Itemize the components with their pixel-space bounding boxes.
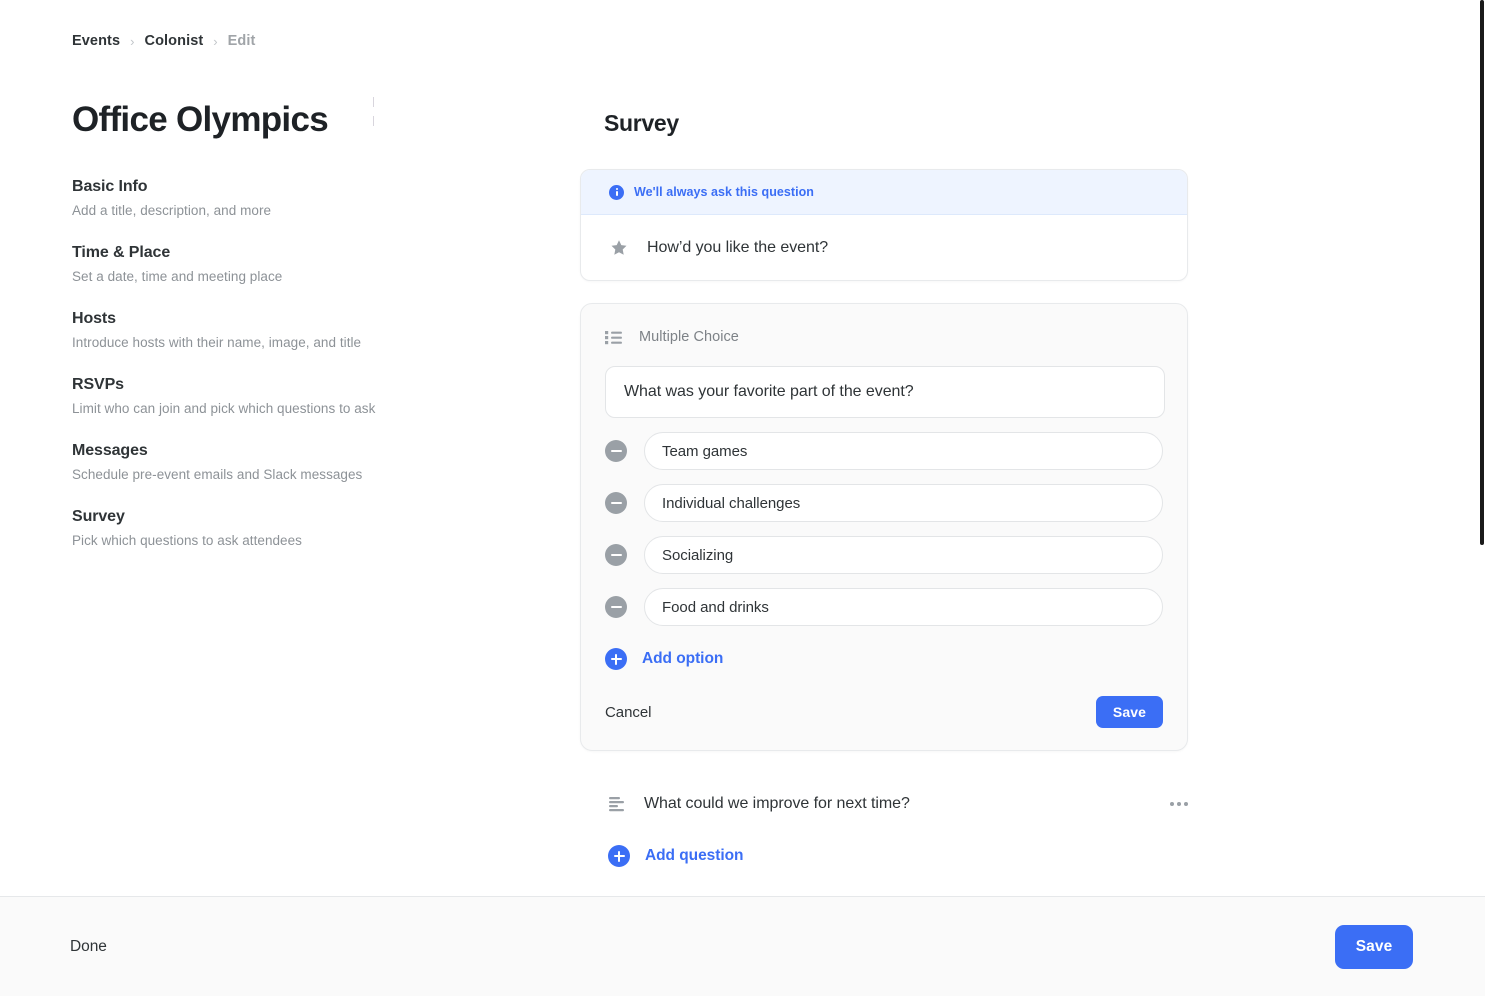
sidebar-item-label: Basic Info [72,178,148,196]
save-question-button[interactable]: Save [1095,696,1163,728]
page-title: Office Olympics [72,100,329,139]
sidebar-item-label: Hosts [72,310,116,328]
always-ask-banner: We'll always ask this question [581,170,1187,215]
cancel-button[interactable]: Cancel [605,704,651,721]
sidebar-item-description: Add a title, description, and more [72,203,272,219]
breadcrumb-item-events[interactable]: Events [72,33,120,49]
survey-question-row[interactable]: What could we improve for next time? [604,789,1204,819]
breadcrumb-separator: › [213,33,218,49]
done-button[interactable]: Done [70,938,107,956]
always-ask-question-text: How’d you like the event? [647,238,829,256]
sidebar-item-time-and-place[interactable]: Time & Place Set a date, time and meetin… [72,244,492,284]
survey-panel: Survey We'll always ask this question Ho… [580,110,1204,867]
sidebar-item-description: Introduce hosts with their name, image, … [72,335,362,351]
sidebar-item-label: Messages [72,442,148,460]
plus-circle-icon [608,845,630,867]
breadcrumb-separator: › [130,33,135,49]
always-ask-card: We'll always ask this question How’d you… [580,169,1188,281]
banner-label: We'll always ask this question [634,185,814,199]
add-question-label: Add question [645,847,744,864]
option-row [605,432,1163,470]
sidebar-item-rsvps[interactable]: RSVPs Limit who can join and pick which … [72,376,492,416]
info-circle-icon [609,184,624,200]
scrollbar-thumb[interactable] [1480,0,1484,545]
add-option-label: Add option [642,650,724,667]
minus-circle-icon[interactable] [605,492,627,514]
question-type-header: Multiple Choice [605,324,1163,350]
sidebar-item-description: Limit who can join and pick which questi… [72,401,376,417]
option-input[interactable] [644,432,1163,470]
minus-circle-icon[interactable] [605,440,627,462]
sidebar-item-basic-info[interactable]: Basic Info Add a title, description, and… [72,178,492,218]
add-option-button[interactable]: Add option [605,648,723,670]
save-button[interactable]: Save [1335,924,1413,969]
ellipsis-icon[interactable] [1166,798,1192,810]
minus-circle-icon[interactable] [605,596,627,618]
sidebar-item-description: Pick which questions to ask attendees [72,533,302,549]
add-question-button[interactable]: Add question [608,845,743,867]
breadcrumb-item-edit: Edit [227,33,256,49]
star-icon [611,239,627,255]
always-ask-question-row[interactable]: How’d you like the event? [581,215,1187,280]
option-row [605,536,1163,574]
question-text-input[interactable] [605,366,1165,418]
sidebar-item-label: RSVPs [72,376,124,394]
option-row [605,588,1163,626]
sidebar-item-label: Time & Place [72,244,171,262]
breadcrumb: Events › Colonist › Edit [72,33,255,49]
sidebar-item-description: Set a date, time and meeting place [72,269,283,285]
vertical-scrollbar[interactable] [1479,0,1485,896]
question-type-label: Multiple Choice [639,329,739,345]
event-settings-sidebar: Office Olympics Basic Info Add a title, … [72,97,492,548]
text-lines-icon [609,797,624,812]
editor-actions: Cancel Save [605,696,1163,728]
option-input[interactable] [644,536,1163,574]
sidebar-item-label: Survey [72,508,125,526]
survey-question-text: What could we improve for next time? [644,795,910,812]
section-title: Survey [604,110,679,136]
bulleted-list-icon [605,330,622,344]
multiple-choice-editor-card: Multiple Choice What was your favorite p… [580,303,1188,751]
footer-bar: Done Save [0,896,1485,996]
plus-circle-icon [605,648,627,670]
option-input[interactable] [644,484,1163,522]
minus-circle-icon[interactable] [605,544,627,566]
scroll-area: Events › Colonist › Edit Office Olympics… [0,0,1485,896]
breadcrumb-item-colonist[interactable]: Colonist [145,33,204,49]
page-root: Events › Colonist › Edit Office Olympics… [0,0,1485,996]
text-caret-artifact [373,97,374,133]
sidebar-item-description: Schedule pre-event emails and Slack mess… [72,467,363,483]
option-input[interactable] [644,588,1163,626]
sidebar-item-survey[interactable]: Survey Pick which questions to ask atten… [72,508,492,548]
sidebar-item-hosts[interactable]: Hosts Introduce hosts with their name, i… [72,310,492,350]
sidebar-item-messages[interactable]: Messages Schedule pre-event emails and S… [72,442,492,482]
option-row [605,484,1163,522]
